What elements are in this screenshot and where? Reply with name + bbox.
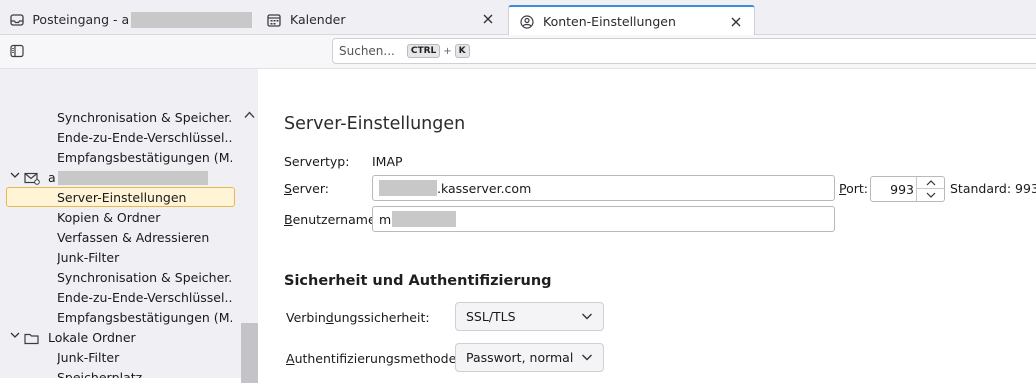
username-input[interactable]: m: [372, 206, 835, 232]
server-settings-panel: Server-Einstellungen Servertyp: IMAP Ser…: [258, 69, 1036, 378]
tree-item-sync[interactable]: Synchronisation & Speicher...: [57, 268, 232, 288]
tree-item-junk[interactable]: Junk-Filter: [57, 248, 232, 268]
shortcut-key-ctrl: CTRL: [406, 44, 441, 58]
chevron-down-icon[interactable]: [10, 168, 24, 188]
servertype-label: Servertyp:: [284, 154, 350, 169]
tab-account-settings-label: Konten-Einstellungen: [543, 14, 676, 29]
connection-security-select[interactable]: SSL/TLS: [455, 302, 604, 331]
sidebar-scrollbar[interactable]: [241, 107, 258, 383]
port-label: Port:: [839, 181, 868, 196]
scrollbar-thumb[interactable]: [241, 323, 258, 383]
tree-item-copies-folders[interactable]: Kopien & Ordner: [57, 208, 232, 228]
redacted-text: [379, 180, 437, 196]
shortcut-key-k: K: [454, 44, 470, 58]
chevron-down-icon: [581, 351, 593, 363]
server-value: .kasserver.com: [437, 180, 532, 196]
port-value: 993: [890, 182, 914, 197]
tree-item-receipts-top[interactable]: Empfangsbestätigungen (M...: [57, 148, 232, 168]
scroll-up-icon[interactable]: [244, 111, 255, 122]
tree-item-sync-top[interactable]: Synchronisation & Speicher...: [57, 108, 232, 128]
tab-calendar-label: Kalender: [290, 12, 346, 27]
tree-item-local-junk[interactable]: Junk-Filter: [57, 348, 232, 368]
servertype-value: IMAP: [372, 154, 403, 169]
search-placeholder: Suchen...: [339, 44, 395, 58]
tab-inbox-label: Posteingang - a: [32, 12, 130, 27]
auth-method-select[interactable]: Passwort, normal: [455, 343, 604, 372]
tree-local-folders-label: Lokale Ordner: [48, 330, 136, 345]
redacted-text: [57, 171, 208, 185]
auth-method-label: Authentifizierungsmethode:: [286, 351, 461, 366]
auth-method-value: Passwort, normal: [466, 350, 574, 365]
tree-item-composition[interactable]: Verfassen & Adressieren: [57, 228, 232, 248]
chevron-down-icon: [581, 310, 593, 322]
tab-account-settings[interactable]: Konten-Einstellungen: [508, 5, 755, 36]
port-label-rest: ort:: [846, 181, 868, 196]
mail-account-icon: [24, 171, 42, 185]
chevron-down-icon[interactable]: [917, 189, 944, 201]
folder-pane-toggle-icon[interactable]: [10, 44, 26, 60]
username-label-rest: enutzername:: [292, 212, 380, 227]
server-label-rest: erver:: [291, 181, 329, 196]
connection-security-label-pre: Verbin: [286, 310, 326, 325]
tab-bar: Posteingang - a Kalender Konten-Einstell…: [0, 0, 1036, 36]
redacted-text: [131, 11, 252, 28]
search-input[interactable]: Suchen... CTRL + K: [332, 38, 1036, 64]
connection-security-label: Verbindungssicherheit:: [286, 310, 430, 325]
account-settings-icon: [519, 14, 535, 30]
tree-item-server-settings[interactable]: Server-Einstellungen: [6, 187, 235, 207]
folder-icon: [24, 331, 42, 345]
chevron-up-icon[interactable]: [917, 177, 944, 189]
close-icon[interactable]: [480, 11, 496, 27]
tree-account-row[interactable]: a: [10, 168, 208, 188]
close-icon[interactable]: [728, 14, 744, 30]
page-title: Server-Einstellungen: [284, 114, 466, 134]
tree-item-e2e-top[interactable]: Ende-zu-Ende-Verschlüssel...: [57, 128, 232, 148]
shortcut-plus: +: [443, 45, 452, 57]
connection-security-value: SSL/TLS: [466, 309, 516, 324]
port-stepper[interactable]: 993: [870, 176, 945, 202]
redacted-text: [392, 211, 457, 227]
tab-calendar[interactable]: Kalender: [256, 4, 506, 35]
chevron-down-icon[interactable]: [10, 328, 24, 348]
inbox-icon: [10, 12, 24, 28]
username-label-accesskey: B: [284, 212, 293, 227]
security-section-heading: Sicherheit und Authentifizierung: [284, 273, 552, 289]
tree-item-e2e[interactable]: Ende-zu-Ende-Verschlüssel...: [57, 288, 232, 308]
tree-local-folders-row[interactable]: Lokale Ordner: [10, 328, 136, 348]
tree-item-receipts[interactable]: Empfangsbestätigungen (M...: [57, 308, 232, 328]
server-label: Server:: [284, 181, 329, 196]
tree-account-label: a: [48, 170, 56, 185]
connection-security-label-rest: ungssicherheit:: [333, 310, 430, 325]
username-value: m: [379, 211, 392, 227]
auth-method-label-rest: uthentifizierungsmethode:: [294, 351, 461, 366]
toolbar: Suchen... CTRL + K: [0, 35, 1036, 69]
server-label-accesskey: S: [284, 181, 292, 196]
username-label: Benutzername:: [284, 212, 380, 227]
tab-inbox[interactable]: Posteingang - a: [0, 4, 252, 35]
port-default: Standard: 993: [950, 181, 1036, 196]
calendar-icon: [266, 12, 282, 28]
tree-item-local-storage[interactable]: Speicherplatz: [57, 368, 232, 378]
connection-security-label-accesskey: d: [325, 310, 334, 325]
server-input[interactable]: .kasserver.com: [372, 175, 835, 201]
auth-method-label-accesskey: A: [286, 351, 295, 366]
account-tree: Synchronisation & Speicher... Ende-zu-En…: [0, 69, 258, 383]
